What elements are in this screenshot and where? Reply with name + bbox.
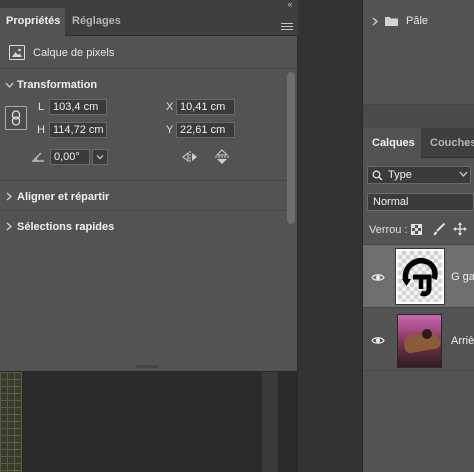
properties-scrollbar-thumb[interactable] [287, 72, 295, 224]
canvas-grid-content [0, 372, 22, 472]
collapse-panels-icon[interactable]: « [282, 0, 298, 9]
flip-vertical-icon[interactable] [214, 149, 230, 168]
paths-panel-footer [363, 104, 474, 128]
folder-icon [384, 15, 399, 30]
layer-name[interactable]: G gal [451, 271, 474, 283]
width-label: L [38, 101, 45, 113]
y-label: Y [166, 124, 174, 136]
section-divider [0, 210, 286, 211]
lock-position-move-icon[interactable] [453, 222, 467, 239]
layer-filter-label: Type [388, 169, 412, 181]
visibility-eye-icon[interactable] [371, 273, 385, 285]
height-input[interactable]: 114,72 cm [49, 122, 107, 138]
folder-label[interactable]: Pâle [406, 15, 428, 27]
x-input[interactable]: 10,41 cm [176, 99, 235, 115]
lock-transparency-icon[interactable] [411, 224, 422, 238]
link-dimensions-button[interactable] [5, 106, 27, 130]
canvas-area[interactable] [0, 372, 298, 472]
angle-input[interactable]: 0,00° [50, 149, 90, 165]
blend-mode-label: Normal [373, 196, 409, 208]
y-input[interactable]: 22,61 cm [176, 122, 235, 138]
align-section-title[interactable]: Aligner et répartir [17, 191, 109, 203]
layer-thumbnail-photo[interactable] [397, 314, 442, 368]
flip-horizontal-icon[interactable] [182, 150, 198, 167]
layer-type-row: Calque de pixels [0, 37, 298, 69]
tab-proprietes[interactable]: Propriétés [0, 8, 65, 36]
dock-gutter [298, 0, 362, 472]
photo-figure-head [422, 329, 432, 339]
section-divider [0, 180, 286, 181]
search-icon [372, 170, 383, 184]
lock-pixels-brush-icon[interactable] [432, 222, 446, 239]
pixel-layer-icon [9, 45, 25, 60]
angle-dropdown-button[interactable] [92, 149, 108, 165]
transform-section-title[interactable]: Transformation [17, 79, 97, 91]
chevron-right-icon[interactable] [6, 192, 12, 203]
angle-icon [31, 152, 45, 165]
canvas-scrollbar[interactable] [262, 372, 278, 472]
properties-tabbar: Propriétés Réglages [0, 8, 298, 36]
layer-thumbnail-logo[interactable] [395, 248, 445, 305]
width-input[interactable]: 103,4 cm [49, 99, 107, 115]
height-label: H [37, 124, 45, 136]
chevron-down-icon[interactable] [5, 80, 14, 90]
panel-top-strip [0, 0, 298, 8]
chevron-down-icon [459, 169, 468, 179]
x-label: X [166, 101, 174, 113]
lock-label: Verrou : [369, 224, 408, 236]
layer-type-label: Calque de pixels [33, 47, 115, 59]
tab-couches[interactable]: Couches [422, 128, 474, 158]
visibility-eye-icon[interactable] [371, 336, 385, 348]
panel-menu-icon[interactable] [281, 23, 293, 33]
quick-selections-section-title[interactable]: Sélections rapides [17, 221, 114, 233]
chevron-right-icon[interactable] [372, 17, 378, 28]
panel-resize-handle[interactable] [136, 365, 158, 368]
layer-name[interactable]: Arriè [451, 335, 474, 347]
tab-reglages[interactable]: Réglages [66, 8, 136, 36]
tab-calques[interactable]: Calques [363, 128, 421, 158]
chevron-right-icon[interactable] [6, 222, 12, 233]
